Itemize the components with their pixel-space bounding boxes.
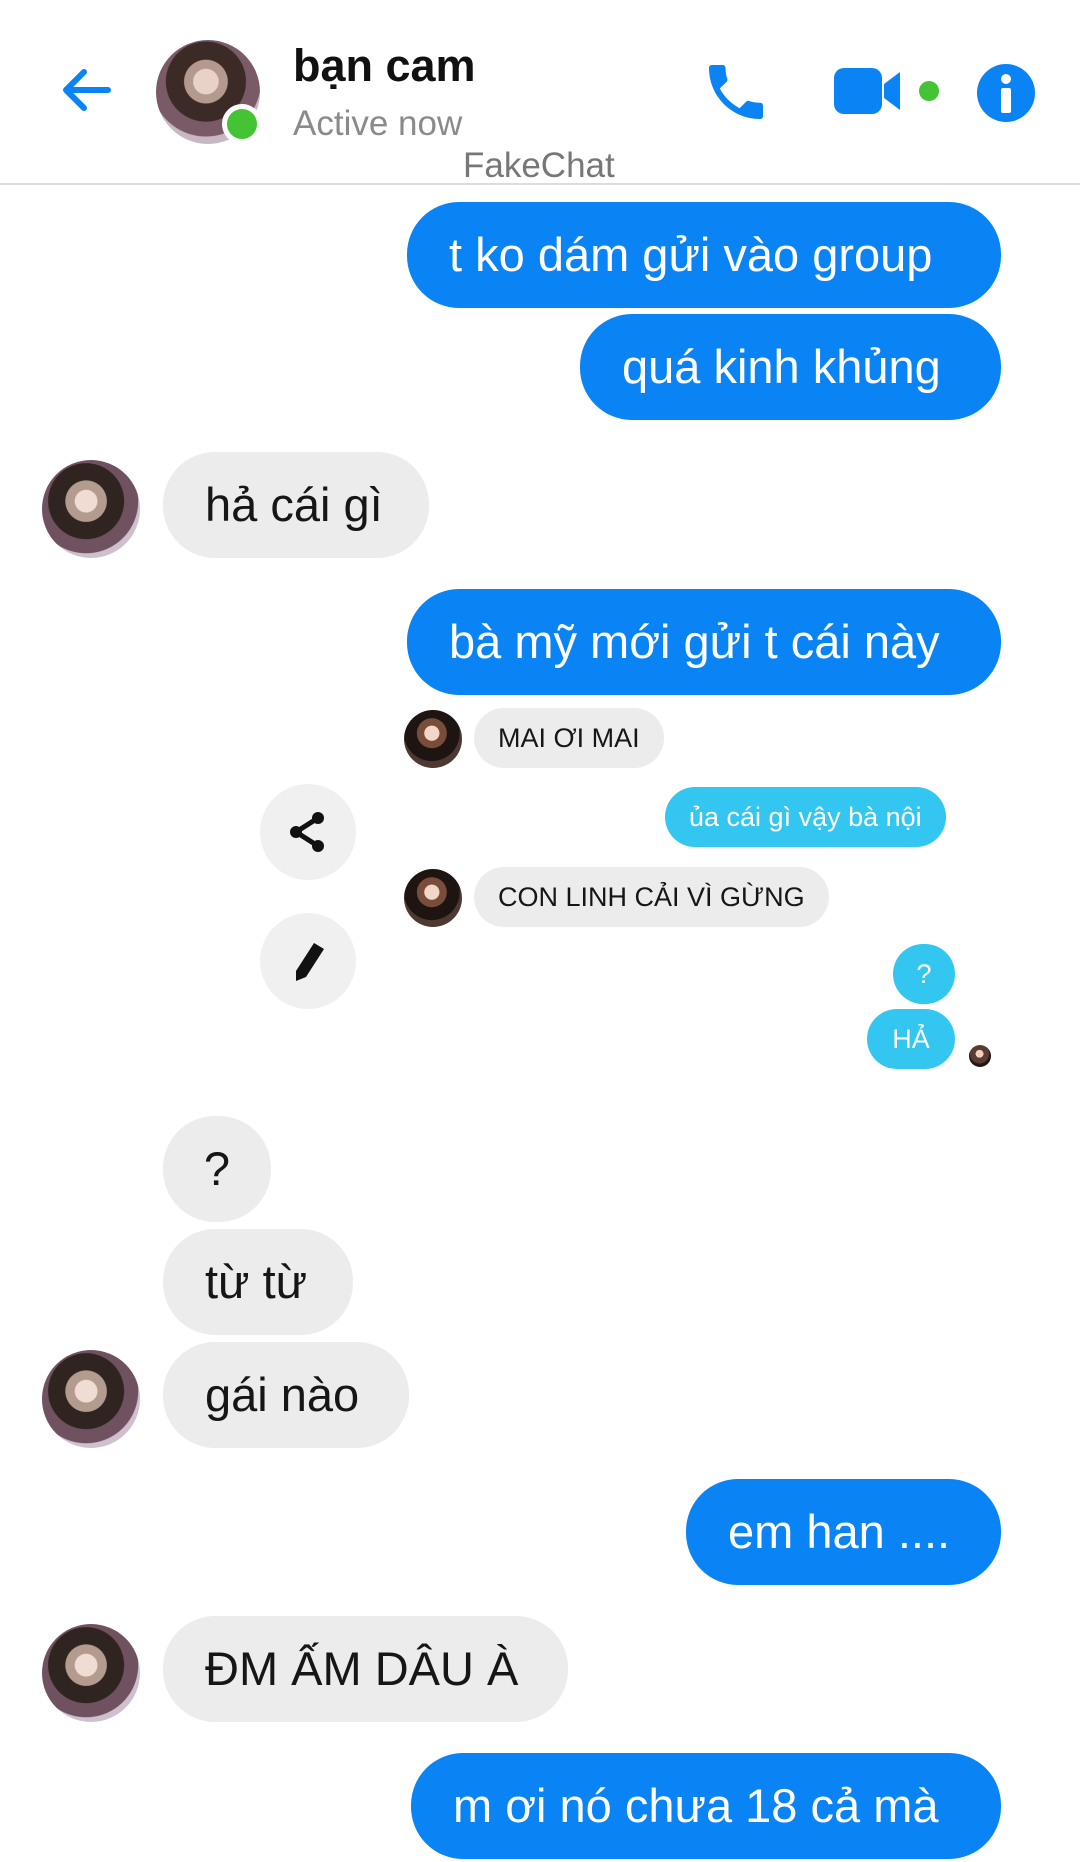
video-camera-icon	[834, 68, 939, 114]
message-bubble-incoming[interactable]: gái nào	[163, 1342, 409, 1448]
share-icon	[290, 812, 324, 852]
message-bubble-incoming[interactable]: ĐM ẤM DÂU À	[163, 1616, 568, 1722]
avatar[interactable]	[42, 1624, 140, 1722]
message-bubble-incoming[interactable]: hả cái gì	[163, 452, 429, 558]
avatar	[404, 710, 462, 768]
info-button[interactable]	[976, 63, 1036, 123]
arrow-left-icon	[63, 69, 111, 111]
message-bubble-incoming: MAI ƠI MAI	[474, 708, 664, 768]
message-bubble-outgoing: HẢ	[867, 1009, 955, 1069]
watermark-text: FakeChat	[463, 146, 615, 185]
active-status: Active now	[293, 104, 463, 143]
contact-name[interactable]: bạn cam	[293, 40, 476, 92]
contact-avatar[interactable]	[156, 40, 262, 144]
message-bubble-outgoing[interactable]: t ko dám gửi vào group	[407, 202, 1001, 308]
avatar[interactable]	[42, 1350, 140, 1448]
message-bubble-outgoing[interactable]: em han ....	[686, 1479, 1001, 1585]
message-bubble-outgoing: ủa cái gì vậy bà nội	[665, 787, 946, 847]
phone-icon	[709, 65, 763, 119]
edit-button[interactable]	[260, 913, 356, 1009]
info-icon	[977, 64, 1035, 122]
seen-avatar	[969, 1045, 991, 1067]
avatar	[404, 869, 462, 927]
voice-call-button[interactable]	[700, 56, 772, 128]
message-bubble-outgoing: ?	[893, 944, 955, 1004]
message-bubble-incoming[interactable]: từ từ	[163, 1229, 353, 1335]
message-bubble-outgoing[interactable]: quá kinh khủng	[580, 314, 1001, 420]
message-bubble-incoming: CON LINH CẢI VÌ GỪNG	[474, 867, 829, 927]
message-bubble-outgoing[interactable]: bà mỹ mới gửi t cái này	[407, 589, 1001, 695]
message-bubble-incoming[interactable]: ?	[163, 1116, 271, 1222]
back-button[interactable]	[54, 58, 118, 122]
chat-header: bạn cam Active now FakeChat	[0, 0, 1080, 185]
video-call-button[interactable]	[834, 62, 944, 122]
share-button[interactable]	[260, 784, 356, 880]
message-bubble-outgoing[interactable]: m ơi nó chưa 18 cả mà	[411, 1753, 1001, 1859]
pencil-icon	[296, 943, 324, 981]
online-status-dot	[222, 104, 262, 144]
avatar[interactable]	[42, 460, 140, 558]
